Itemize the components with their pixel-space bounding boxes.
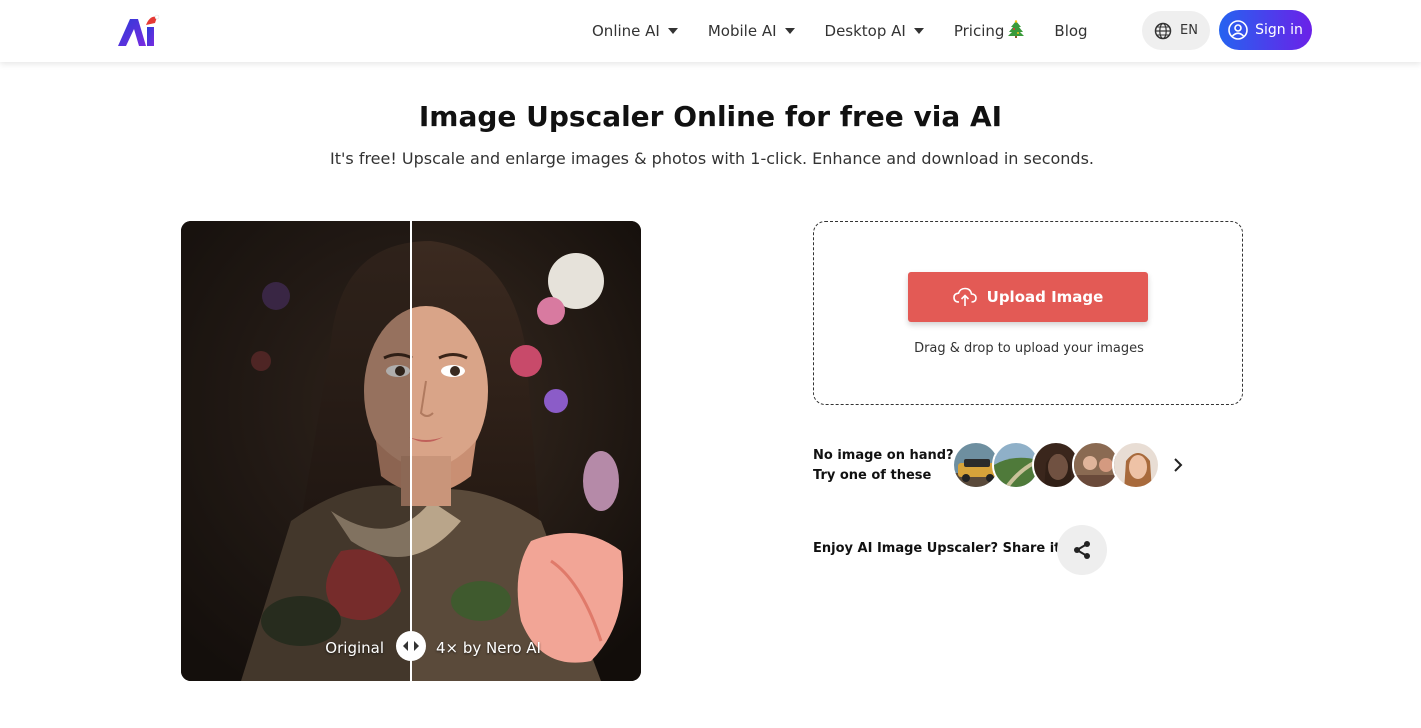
comparison-divider [410, 221, 412, 681]
sample-thumb-woman-portrait[interactable] [1112, 441, 1160, 489]
user-icon [1228, 20, 1248, 40]
sign-in-button[interactable]: Sign in [1219, 10, 1312, 50]
top-header: Online AI Mobile AI Desktop AI Pricing B… [0, 0, 1421, 62]
upload-image-button[interactable]: Upload Image [908, 272, 1148, 322]
nav-blog-label: Blog [1054, 22, 1088, 40]
share-button[interactable] [1057, 525, 1107, 575]
left-right-arrows-icon [403, 641, 419, 651]
caret-down-icon [667, 28, 678, 34]
main-nav: Online AI Mobile AI Desktop AI Pricing B… [592, 0, 1118, 62]
upscaled-label: 4× by Nero AI [436, 639, 541, 657]
brand-logo[interactable] [116, 13, 164, 49]
globe-icon [1154, 22, 1172, 39]
upload-image-label: Upload Image [986, 288, 1104, 306]
nav-pricing-label: Pricing [953, 22, 1005, 40]
nav-blog[interactable]: Blog [1054, 22, 1087, 40]
nav-online-ai[interactable]: Online AI [592, 22, 678, 40]
nav-mobile-ai[interactable]: Mobile AI [708, 22, 795, 40]
share-icon [1074, 541, 1090, 559]
caret-down-icon [784, 28, 795, 34]
original-label: Original [325, 639, 384, 657]
page-subtitle: It's free! Upscale and enlarge images & … [330, 149, 1094, 168]
share-prompt: Enjoy AI Image Upscaler? Share it! [813, 541, 1067, 556]
nav-desktop-ai[interactable]: Desktop AI [825, 22, 924, 40]
language-selector[interactable]: EN [1142, 11, 1210, 50]
caret-down-icon [913, 28, 924, 34]
sign-in-label: Sign in [1255, 22, 1303, 38]
cloud-upload-icon [952, 287, 977, 306]
sample-label-line1: No image on hand? [813, 448, 954, 463]
nav-pricing[interactable]: Pricing [954, 20, 1025, 42]
next-samples-chevron-icon[interactable] [1170, 455, 1186, 475]
before-after-comparison[interactable]: Original 4× by Nero AI [181, 221, 641, 681]
drag-drop-hint: Drag & drop to upload your images [914, 341, 1144, 356]
comparison-slider-handle[interactable] [396, 631, 426, 661]
language-code: EN [1180, 23, 1198, 38]
sample-label-line2: Try one of these [813, 468, 932, 483]
sample-images-label: No image on hand? Try one of these [813, 446, 954, 486]
nav-mobile-ai-label: Mobile AI [707, 22, 777, 40]
page-title: Image Upscaler Online for free via AI [418, 100, 1003, 133]
christmas-tree-icon [1008, 20, 1025, 42]
nav-online-ai-label: Online AI [592, 22, 660, 40]
upload-dropzone[interactable]: Upload Image Drag & drop to upload your … [813, 221, 1243, 405]
nav-desktop-ai-label: Desktop AI [824, 22, 906, 40]
